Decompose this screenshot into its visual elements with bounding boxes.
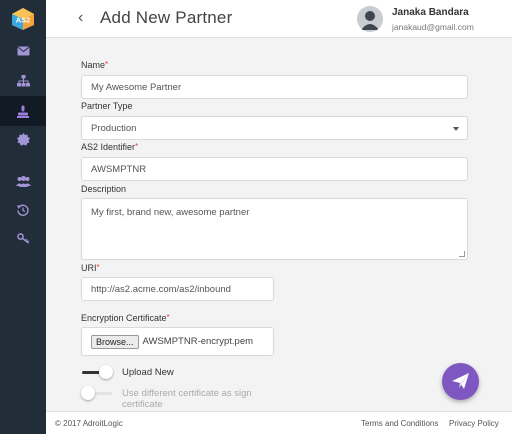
user-email: janakaud@gmail.com [392, 22, 474, 32]
users-icon [15, 175, 31, 187]
as2-identifier-field[interactable]: AWSMPTNR [81, 157, 468, 181]
name-field[interactable]: My Awesome Partner [81, 75, 468, 99]
as2-identifier-label: AS2 Identifier* [81, 142, 139, 152]
sidebar-item-messages[interactable] [0, 36, 46, 66]
copyright-text: © 2017 AdroitLogic [55, 419, 123, 428]
user-avatar-icon [357, 6, 383, 32]
sidebar-item-history[interactable] [0, 195, 46, 225]
encryption-certificate-file-input: Browse... AWSMPTNR-encrypt.pem [81, 327, 274, 356]
sidebar-item-users[interactable] [0, 166, 46, 196]
privacy-link[interactable]: Privacy Policy [449, 419, 499, 428]
history-icon [17, 204, 29, 216]
partner-type-label: Partner Type [81, 101, 133, 111]
name-label: Name* [81, 60, 109, 70]
sidebar-item-stations[interactable] [0, 66, 46, 96]
sign-certificate-toggle[interactable] [80, 386, 114, 400]
sidebar-item-keys[interactable] [0, 223, 46, 253]
description-label: Description [81, 184, 127, 194]
sidebar-item-partners[interactable] [0, 96, 46, 126]
sidebar-item-certificates[interactable] [0, 124, 46, 154]
toggle-knob [81, 386, 95, 400]
avatar[interactable] [357, 6, 383, 32]
upload-new-toggle[interactable] [80, 365, 114, 379]
uri-field[interactable]: http://as2.acme.com/as2/inbound [81, 277, 274, 301]
certificate-icon [16, 132, 30, 146]
description-textarea[interactable]: My first, brand new, awesome partner [81, 198, 468, 260]
svg-text:AS2: AS2 [16, 16, 31, 25]
user-icon [17, 105, 29, 118]
terms-link[interactable]: Terms and Conditions [361, 419, 438, 428]
envelope-icon [16, 46, 30, 56]
uri-label: URI* [81, 263, 100, 273]
encryption-certificate-label: Encryption Certificate* [81, 313, 170, 323]
back-button[interactable]: ‹ [78, 9, 83, 27]
paper-plane-icon [452, 373, 469, 389]
upload-new-label: Upload New [122, 367, 174, 378]
top-header: ‹ Add New Partner Janaka Bandara janakau… [46, 0, 512, 38]
key-icon [16, 232, 29, 244]
submit-fab-button[interactable] [442, 363, 479, 400]
footer: © 2017 AdroitLogic Terms and Conditions … [46, 411, 512, 434]
selected-file-name: AWSMPTNR-encrypt.pem [142, 336, 254, 347]
sitemap-icon [16, 75, 30, 87]
sign-certificate-label: Use different certificate as sign certif… [122, 388, 252, 410]
partner-type-select[interactable]: Production [81, 116, 468, 140]
sidebar: AS2 [0, 0, 46, 434]
as2-logo[interactable]: AS2 [11, 7, 35, 31]
toggle-knob [99, 365, 113, 379]
page-title: Add New Partner [100, 8, 233, 27]
resize-handle-icon[interactable] [459, 251, 465, 257]
user-name: Janaka Bandara [392, 7, 469, 18]
browse-button[interactable]: Browse... [91, 334, 139, 349]
caret-down-icon [453, 127, 459, 131]
